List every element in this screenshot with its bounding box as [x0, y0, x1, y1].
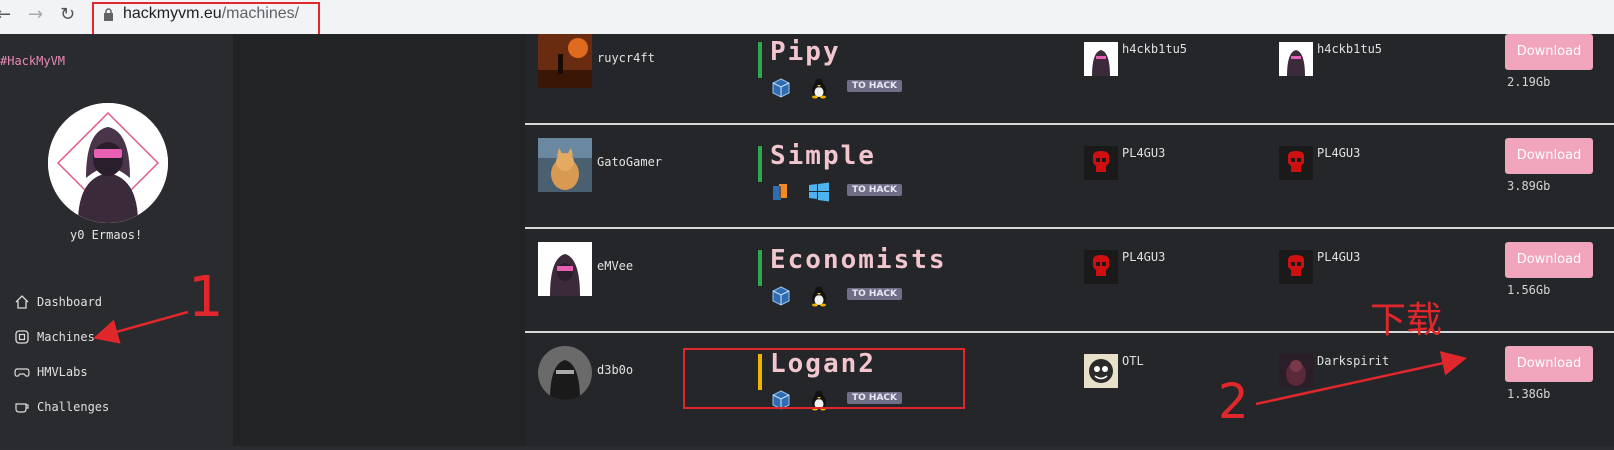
arrow-to-machines: [93, 310, 189, 344]
annotation-arrows: [93, 310, 1467, 406]
arrow-to-download: [1255, 351, 1467, 406]
